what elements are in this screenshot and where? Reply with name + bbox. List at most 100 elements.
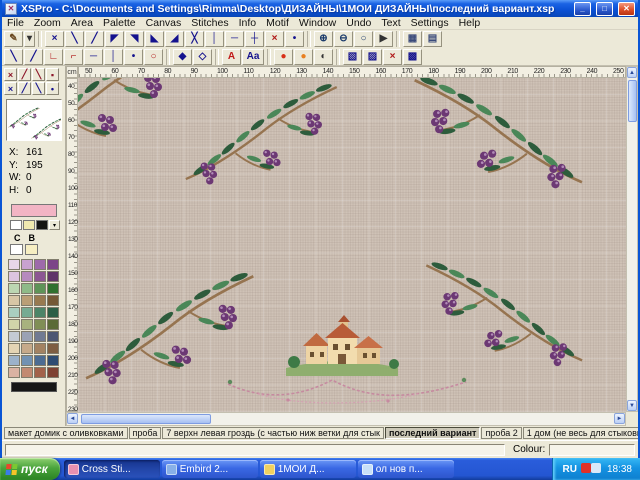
vertical-scroll-thumb[interactable] <box>628 80 637 122</box>
volume-tray-icon[interactable] <box>591 463 601 473</box>
scroll-down-icon[interactable]: ▼ <box>627 400 637 411</box>
scroll-up-icon[interactable]: ▲ <box>627 67 637 78</box>
side-back-cross[interactable]: × <box>4 82 17 95</box>
stitch-quarter-br[interactable]: ◢ <box>165 31 184 47</box>
menu-item-zoom[interactable]: Zoom <box>29 17 66 29</box>
stitch-quarter-tl[interactable]: ◤ <box>105 31 124 47</box>
taskbar-task[interactable]: ол нов п... <box>358 460 454 478</box>
thread-color-orange[interactable]: ● <box>294 49 313 65</box>
backstitch-corner-2[interactable]: ⌐ <box>64 49 83 65</box>
palette-swatch[interactable] <box>47 331 59 342</box>
palette-swatch[interactable] <box>47 367 59 378</box>
antivirus-tray-icon[interactable] <box>581 463 591 473</box>
stitch-upright-cross[interactable]: ┼ <box>245 31 264 47</box>
stitch-quarter-tr[interactable]: ◥ <box>125 31 144 47</box>
pattern-tab[interactable]: 1 дом (не весь для стыковки) <box>523 427 638 439</box>
taskbar-task[interactable]: Embird 2... <box>162 460 258 478</box>
backstitch-horizontal[interactable]: ─ <box>84 49 103 65</box>
palette-swatch[interactable] <box>34 259 46 270</box>
motif-tool-outline[interactable]: ◇ <box>193 49 212 65</box>
design-canvas[interactable] <box>78 78 626 412</box>
selected-color-swatch[interactable] <box>11 204 57 217</box>
start-button[interactable]: пуск <box>0 458 60 480</box>
palette-swatch[interactable] <box>34 367 46 378</box>
palette-swatch[interactable] <box>8 319 20 330</box>
stitch-three-quarter[interactable]: ╳ <box>185 31 204 47</box>
minimize-button[interactable]: _ <box>574 2 591 16</box>
palette-dropdown-icon[interactable]: ▾ <box>49 220 60 230</box>
palette-swatch[interactable] <box>8 271 20 282</box>
palette-swatch[interactable] <box>47 355 59 366</box>
palette-swatch[interactable] <box>21 331 33 342</box>
horizontal-scroll-thumb[interactable] <box>81 414 211 424</box>
menu-item-text[interactable]: Text <box>376 17 405 29</box>
stitch-half-back[interactable]: ╲ <box>65 31 84 47</box>
side-knot[interactable]: • <box>46 82 59 95</box>
zoom-window[interactable]: ○ <box>354 31 373 47</box>
palette-mini-swatch[interactable] <box>10 220 22 230</box>
language-indicator[interactable]: RU <box>563 464 577 475</box>
side-full-cross[interactable]: × <box>4 68 17 81</box>
side-back-forward[interactable]: ╱ <box>18 82 31 95</box>
palette-swatch[interactable] <box>8 295 20 306</box>
stitch-full-cross[interactable]: × <box>45 31 64 47</box>
stitch-horizontal-half[interactable]: ─ <box>225 31 244 47</box>
fill-pattern-2[interactable]: ▨ <box>363 49 382 65</box>
palette-swatch[interactable] <box>21 271 33 282</box>
taskbar-task[interactable]: Cross Sti... <box>64 460 160 478</box>
palette-swatch[interactable] <box>8 259 20 270</box>
pointer-tool[interactable]: ▶ <box>374 31 393 47</box>
french-knot-tool[interactable]: • <box>124 49 143 65</box>
motif-tool-filled[interactable]: ◆ <box>173 49 192 65</box>
menu-item-undo[interactable]: Undo <box>341 17 376 29</box>
palette-swatch[interactable] <box>21 259 33 270</box>
pattern-tab[interactable]: последний вариант <box>385 427 480 439</box>
pattern-tab[interactable]: 7 верхн левая гроздь (с частью ниж ветки… <box>162 427 384 439</box>
side-quarter[interactable]: ▪ <box>46 68 59 81</box>
palette-swatch[interactable] <box>21 367 33 378</box>
zoom-in[interactable]: ⊕ <box>314 31 333 47</box>
palette-swatch[interactable] <box>47 343 59 354</box>
pencil-tool[interactable]: ✎ <box>4 31 23 47</box>
backstitch-vertical[interactable]: │ <box>104 49 123 65</box>
pattern-tab[interactable]: проба <box>129 427 162 439</box>
palette-swatch[interactable] <box>21 307 33 318</box>
text-tool-red[interactable]: A <box>222 49 241 65</box>
menu-item-file[interactable]: File <box>2 17 29 29</box>
palette-swatch[interactable] <box>34 319 46 330</box>
pattern-tab[interactable]: макет домик с оливковками <box>4 427 128 439</box>
grid-toggle[interactable]: ▦ <box>403 31 422 47</box>
menu-item-palette[interactable]: Palette <box>98 17 141 29</box>
scroll-right-icon[interactable]: ► <box>614 413 625 424</box>
thread-color-red[interactable]: ● <box>274 49 293 65</box>
pattern-tab[interactable]: проба 2 <box>481 427 521 439</box>
side-half-forward[interactable]: ╱ <box>18 68 31 81</box>
palette-swatch[interactable] <box>47 271 59 282</box>
side-back-back[interactable]: ╲ <box>32 82 45 95</box>
text-tool[interactable]: Aa <box>242 49 264 65</box>
palette-swatch[interactable] <box>47 259 59 270</box>
menu-item-settings[interactable]: Settings <box>406 17 454 29</box>
palette-mini-swatch[interactable] <box>23 220 35 230</box>
palette-mini-swatch[interactable] <box>36 220 48 230</box>
palette-swatch[interactable] <box>34 271 46 282</box>
palette-swatch[interactable] <box>34 295 46 306</box>
stitch-vertical-half[interactable]: │ <box>205 31 224 47</box>
palette-swatch[interactable] <box>34 355 46 366</box>
palette-swatch[interactable] <box>34 307 46 318</box>
palette-swatch[interactable] <box>47 319 59 330</box>
menu-item-window[interactable]: Window <box>294 17 341 29</box>
invert-colors[interactable]: ◐ <box>314 49 333 65</box>
taskbar-task[interactable]: 1МОИ Д... <box>260 460 356 478</box>
cb-swatch[interactable] <box>10 244 23 255</box>
stitch-quarter-bl[interactable]: ◣ <box>145 31 164 47</box>
palette-swatch[interactable] <box>8 355 20 366</box>
menu-item-canvas[interactable]: Canvas <box>141 17 187 29</box>
side-half-back[interactable]: ╲ <box>32 68 45 81</box>
rulers-toggle[interactable]: ▤ <box>423 31 442 47</box>
palette-swatch[interactable] <box>21 295 33 306</box>
scroll-left-icon[interactable]: ◄ <box>67 413 78 424</box>
backstitch-diag-forward[interactable]: ╱ <box>24 49 43 65</box>
pencil-dropdown-arrow[interactable]: ▾ <box>24 31 35 47</box>
menu-item-info[interactable]: Info <box>234 17 262 29</box>
